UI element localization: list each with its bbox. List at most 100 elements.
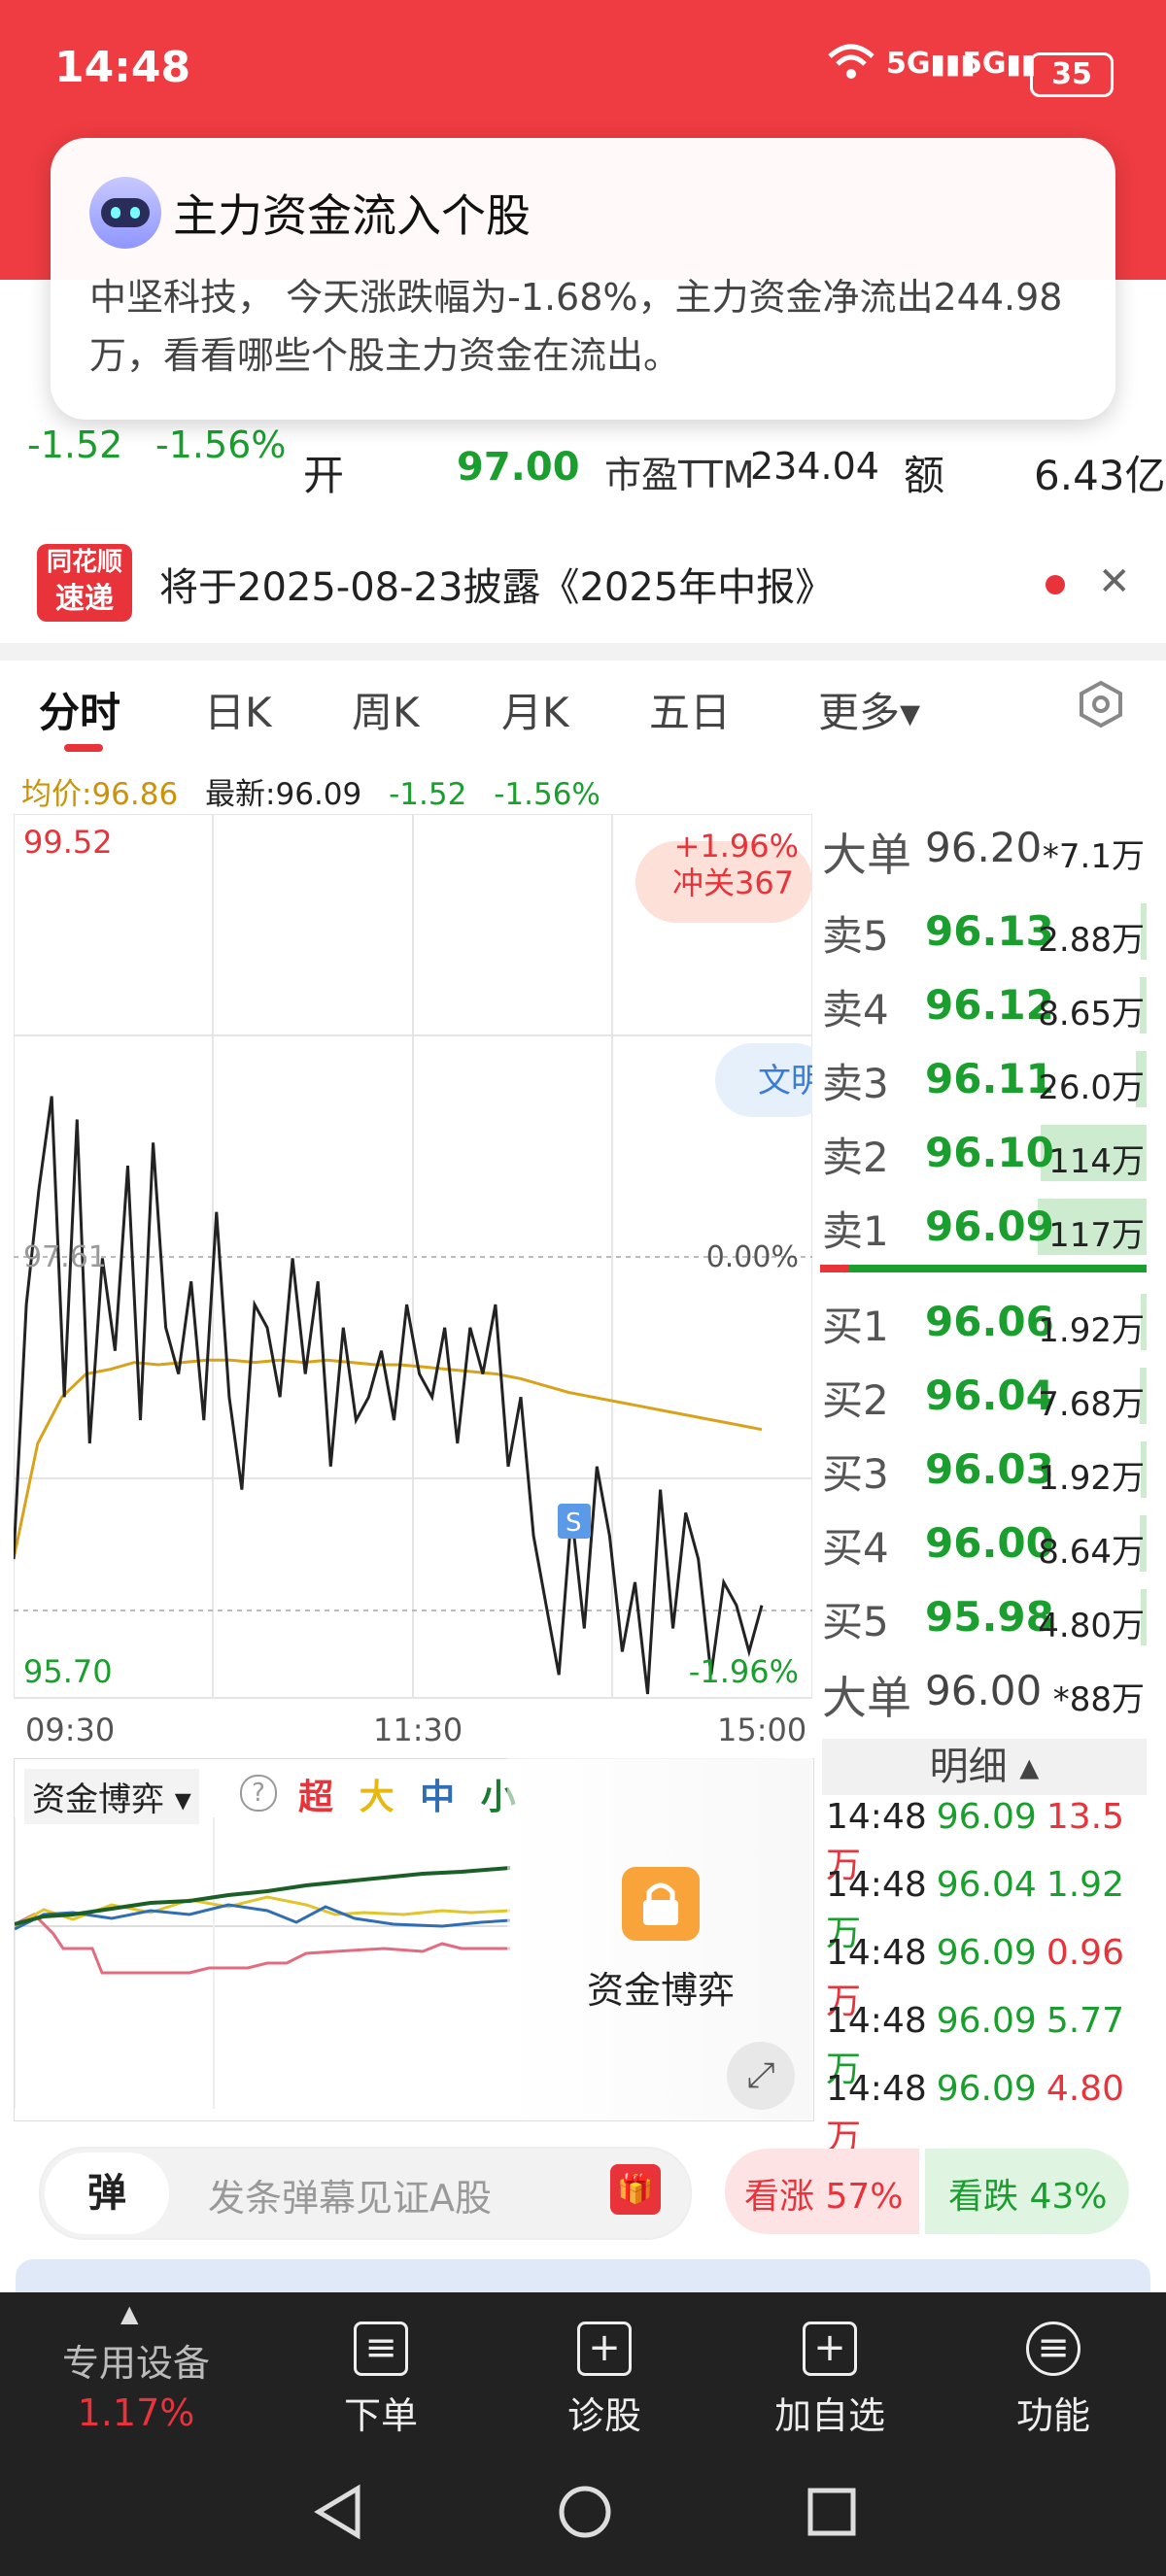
ask-row: 卖5 96.13 2.88万 — [816, 894, 1147, 967]
x-label-midday: 11:30 — [373, 1712, 463, 1748]
chevron-up-icon[interactable]: ▲ — [120, 2300, 138, 2327]
capital-flow-chart — [15, 1817, 510, 2109]
trade-row: 14:48 96.09 4.80万 — [826, 2069, 1147, 2159]
bid-vol: 8.64万 — [1038, 1533, 1145, 1572]
danmu-icon[interactable]: 弹 — [45, 2152, 169, 2234]
y-bottom-label: 95.70 — [23, 1653, 113, 1690]
capital-selector[interactable]: 资金博弈 ▾ — [24, 1769, 199, 1824]
big-sell-vol: *7.1万 — [1042, 837, 1145, 876]
info-strip — [16, 2259, 1150, 2292]
notification-title: 主力资金流入个股 — [173, 189, 531, 242]
pct-top-label: +1.96% — [674, 828, 799, 864]
x-label-close: 15:00 — [717, 1712, 807, 1748]
tab-daily-k[interactable]: 日K — [204, 680, 272, 739]
quote-change: -1.52 — [27, 424, 123, 466]
bid-label: 买4 — [822, 1524, 889, 1572]
capital-overlay-label: 资金博弈 — [587, 1969, 736, 2012]
notification-card[interactable]: 主力资金流入个股 中坚科技， 今天涨跌幅为-1.68%，主力资金净流出244.9… — [51, 138, 1115, 420]
ask-row: 卖2 96.10 114万 — [816, 1115, 1147, 1189]
big-buy-row: 大单 96.00 *88万 — [816, 1657, 1147, 1731]
bid-label: 买5 — [822, 1598, 889, 1645]
bid-price: 96.00 — [925, 1519, 1054, 1567]
ask-row: 卖4 96.12 8.65万 — [816, 967, 1147, 1041]
trade-price: 96.09 — [936, 2001, 1037, 2041]
lock-icon — [622, 1867, 700, 1941]
tab-weekly-k[interactable]: 周K — [352, 680, 420, 739]
danmu-input[interactable]: 发条弹幕见证A股 — [208, 2168, 492, 2221]
avg-price: 均价:96.86 — [21, 777, 179, 812]
add-watchlist-button[interactable]: + 加自选 — [733, 2312, 927, 2439]
network-label-2: 5G — [962, 47, 1007, 81]
trade-time: 14:48 — [826, 1933, 927, 1973]
ask-row: 卖3 96.11 26.0万 — [816, 1041, 1147, 1115]
bid-label: 买3 — [822, 1450, 889, 1498]
bid-ask-ratio-bar — [820, 1265, 1147, 1272]
tab-more[interactable]: 更多▾ — [818, 680, 920, 739]
note-text: 文明 — [758, 1062, 812, 1101]
trade-time: 14:48 — [826, 2069, 927, 2109]
open-label: 开 — [303, 452, 345, 499]
trade-price: 96.09 — [936, 2069, 1037, 2109]
sector-label[interactable]: 专用设备 — [39, 2333, 233, 2387]
legend-medium: 中 — [420, 1778, 456, 1817]
bid-price: 95.98 — [925, 1593, 1054, 1641]
intraday-chart[interactable]: 冲关367 文明 S 99.52 97.61 95.70 +1.96% 0.00… — [14, 814, 812, 1706]
wifi-icon — [826, 43, 876, 89]
diagnose-label: 诊股 — [566, 2394, 641, 2437]
bid-vol: 1.92万 — [1038, 1311, 1145, 1350]
gift-icon[interactable]: 🎁 — [610, 2164, 661, 2215]
capital-overlay[interactable]: 资金博弈 ⤢ — [507, 1758, 812, 2119]
signal-5g-2-icon: 5G▮▮ — [962, 47, 1037, 81]
help-icon[interactable]: ? — [240, 1775, 277, 1812]
y-mid-label: 97.61 — [23, 1240, 107, 1274]
add-icon: + — [803, 2322, 857, 2376]
vote-down-button[interactable]: 看跌 43% — [925, 2149, 1129, 2234]
detail-header[interactable]: 明细 ▴ — [822, 1739, 1147, 1795]
diagnose-button[interactable]: + 诊股 — [507, 2312, 702, 2439]
banner-text[interactable]: 将于2025-08-23披露《2025年中报》 — [159, 556, 834, 612]
latest-change-pct: -1.56% — [494, 777, 600, 812]
bid-vol: 1.92万 — [1038, 1459, 1145, 1498]
divider — [0, 643, 1166, 661]
ask-vol: 2.88万 — [1038, 921, 1145, 960]
open-value: 97.00 — [457, 445, 580, 490]
y-top-label: 99.52 — [23, 824, 113, 861]
tab-monthly-k[interactable]: 月K — [501, 680, 569, 739]
expand-icon[interactable]: ⤢ — [727, 2042, 795, 2110]
notification-body: 中坚科技， 今天涨跌幅为-1.68%，主力资金净流出244.98万，看看哪些个股… — [89, 276, 1063, 377]
bid-price: 96.03 — [925, 1445, 1054, 1493]
legend-large: 大 — [359, 1778, 394, 1817]
ask-vol: 117万 — [1048, 1216, 1145, 1255]
order-button[interactable]: ≡ 下单 — [284, 2312, 478, 2439]
tab-intraday[interactable]: 分时 — [39, 680, 120, 739]
trade-time: 14:48 — [826, 1865, 927, 1905]
recent-nav-icon[interactable] — [805, 2485, 859, 2543]
ask-label: 卖3 — [822, 1060, 889, 1107]
diagnose-icon: + — [577, 2322, 632, 2376]
bid-price: 96.06 — [925, 1298, 1054, 1345]
quote-change-pct: -1.56% — [155, 424, 287, 466]
close-icon[interactable]: ✕ — [1098, 559, 1131, 604]
big-sell-price: 96.20 — [925, 824, 1043, 871]
tab-five-day[interactable]: 五日 — [649, 680, 731, 739]
latest-change: -1.52 — [389, 777, 467, 812]
trade-time: 14:48 — [826, 1797, 927, 1837]
ask-label: 卖2 — [822, 1134, 889, 1181]
home-nav-icon[interactable] — [556, 2483, 614, 2545]
bid-row: 买3 96.03 1.92万 — [816, 1432, 1147, 1506]
add-watchlist-label: 加自选 — [773, 2394, 885, 2437]
breakout-note: 冲关367 — [672, 864, 794, 901]
order-label: 下单 — [343, 2394, 418, 2437]
trade-price: 96.04 — [936, 1865, 1037, 1905]
latest-price: 最新:96.09 — [205, 777, 362, 812]
vote-up-button[interactable]: 看涨 57% — [725, 2149, 919, 2234]
ask-price: 96.13 — [925, 907, 1054, 955]
settings-hexagon-icon[interactable] — [1077, 680, 1125, 729]
ask-price: 96.10 — [925, 1129, 1054, 1176]
back-nav-icon[interactable] — [311, 2483, 365, 2545]
danmu-bar[interactable]: 弹 发条弹幕见证A股 🎁 — [39, 2147, 692, 2240]
functions-button[interactable]: ≡ 功能 — [956, 2312, 1150, 2439]
pe-value: 234.04 — [750, 445, 879, 488]
chart-info-line: 均价:96.86 最新:96.09 -1.52 -1.56% — [21, 769, 600, 813]
ask-row: 卖1 96.09 117万 — [816, 1189, 1147, 1263]
